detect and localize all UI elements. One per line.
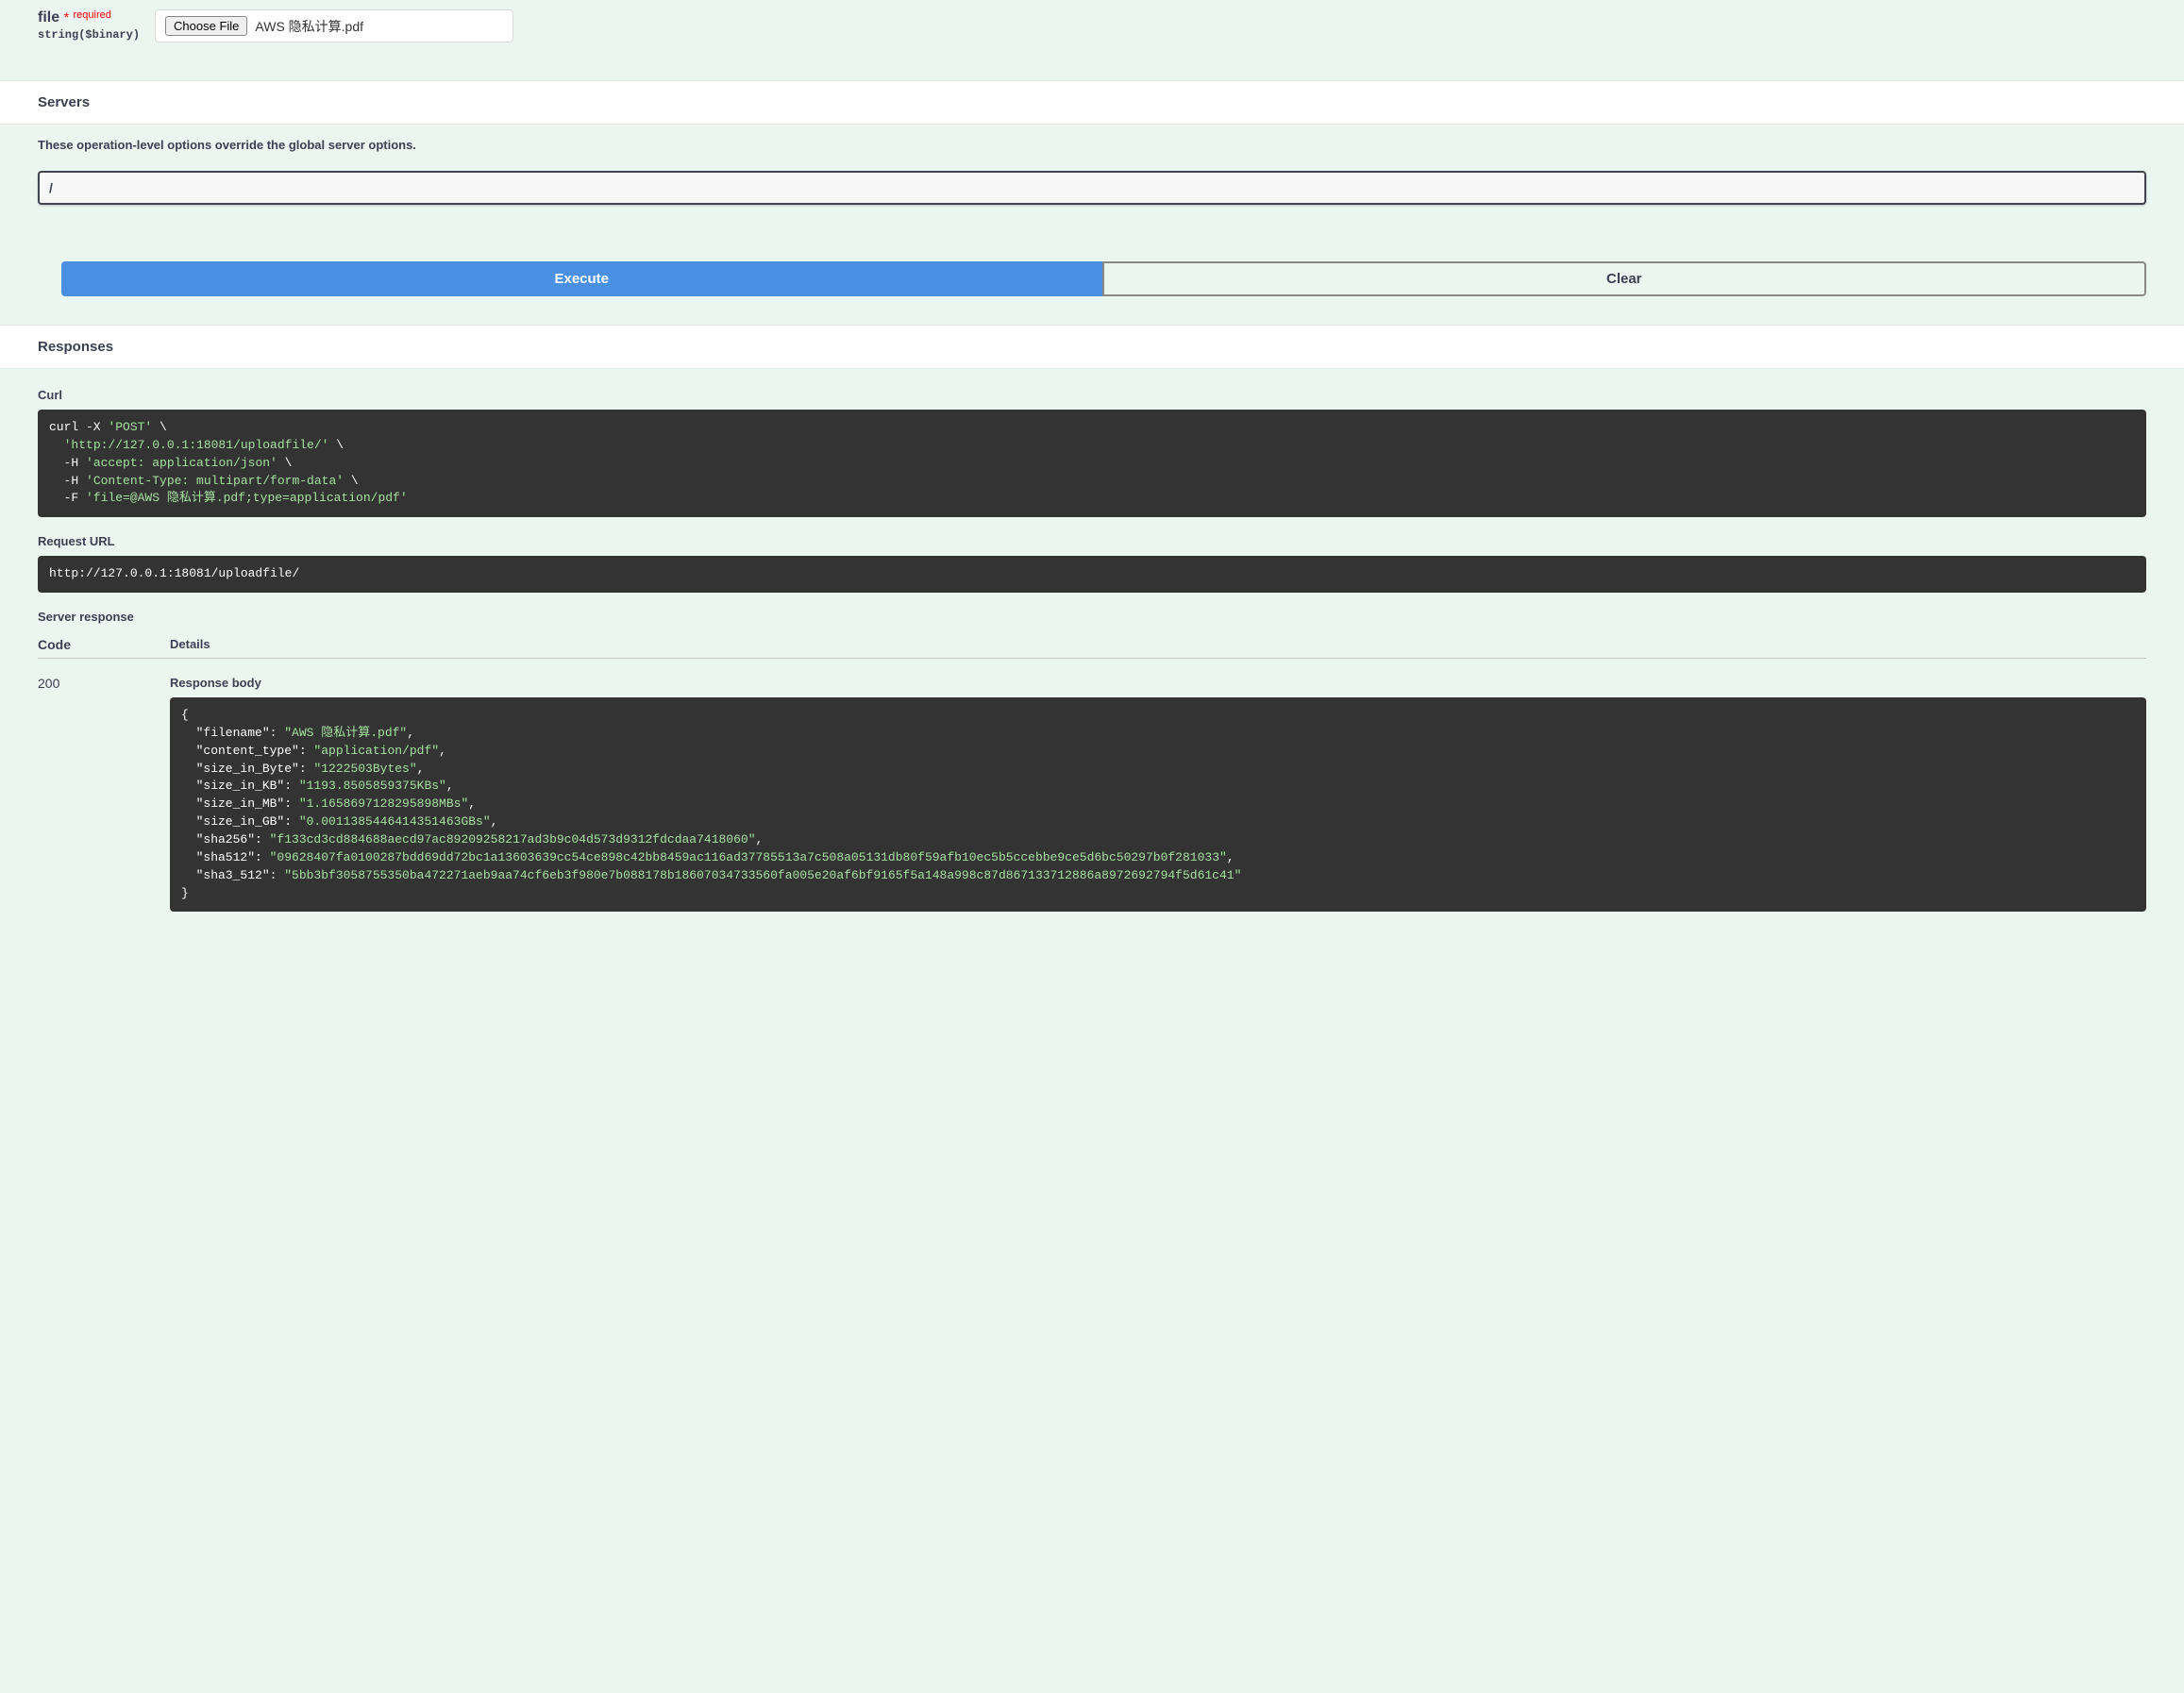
required-star-icon: * [64,9,69,25]
server-select[interactable]: / [38,171,2146,205]
curl-code-block[interactable]: curl -X 'POST' \ 'http://127.0.0.1:18081… [38,410,2146,517]
response-body-label: Response body [170,676,2146,690]
response-body-block[interactable]: { "filename": "AWS 隐私计算.pdf", "content_t… [170,697,2146,912]
response-details: Response body { "filename": "AWS 隐私计算.pd… [170,676,2146,929]
curl-label: Curl [38,388,2146,402]
chosen-file-name: AWS 隐私计算.pdf [255,17,363,36]
response-table-header: Code Details [38,631,2146,659]
servers-body: These operation-level options override t… [0,125,2184,233]
param-name-line: file * required [38,9,140,26]
responses-title: Responses [38,339,2146,355]
file-input[interactable]: Choose File AWS 隐私计算.pdf [155,9,513,42]
param-label-block: file * required string($binary) [38,9,140,42]
action-buttons-row: Execute Clear [0,233,2184,325]
required-label: required [73,9,110,21]
param-name: file [38,9,59,25]
responses-header: Responses [0,325,2184,369]
response-row: 200 Response body { "filename": "AWS 隐私计… [38,659,2146,929]
request-url-label: Request URL [38,534,2146,548]
request-url-block[interactable]: http://127.0.0.1:18081/uploadfile/ [38,556,2146,593]
clear-button[interactable]: Clear [1102,261,2147,296]
server-response-label: Server response [38,610,2146,624]
status-code: 200 [38,676,94,691]
col-code-header: Code [38,637,94,652]
execute-button[interactable]: Execute [61,261,1102,296]
parameter-row: file * required string($binary) Choose F… [0,0,2184,80]
col-details-header: Details [170,637,210,652]
responses-body: Curl curl -X 'POST' \ 'http://127.0.0.1:… [0,369,2184,957]
choose-file-button[interactable]: Choose File [165,16,247,36]
param-type: string($binary) [38,28,140,42]
servers-header: Servers [0,80,2184,125]
servers-note: These operation-level options override t… [38,138,2146,152]
servers-title: Servers [38,94,2146,110]
